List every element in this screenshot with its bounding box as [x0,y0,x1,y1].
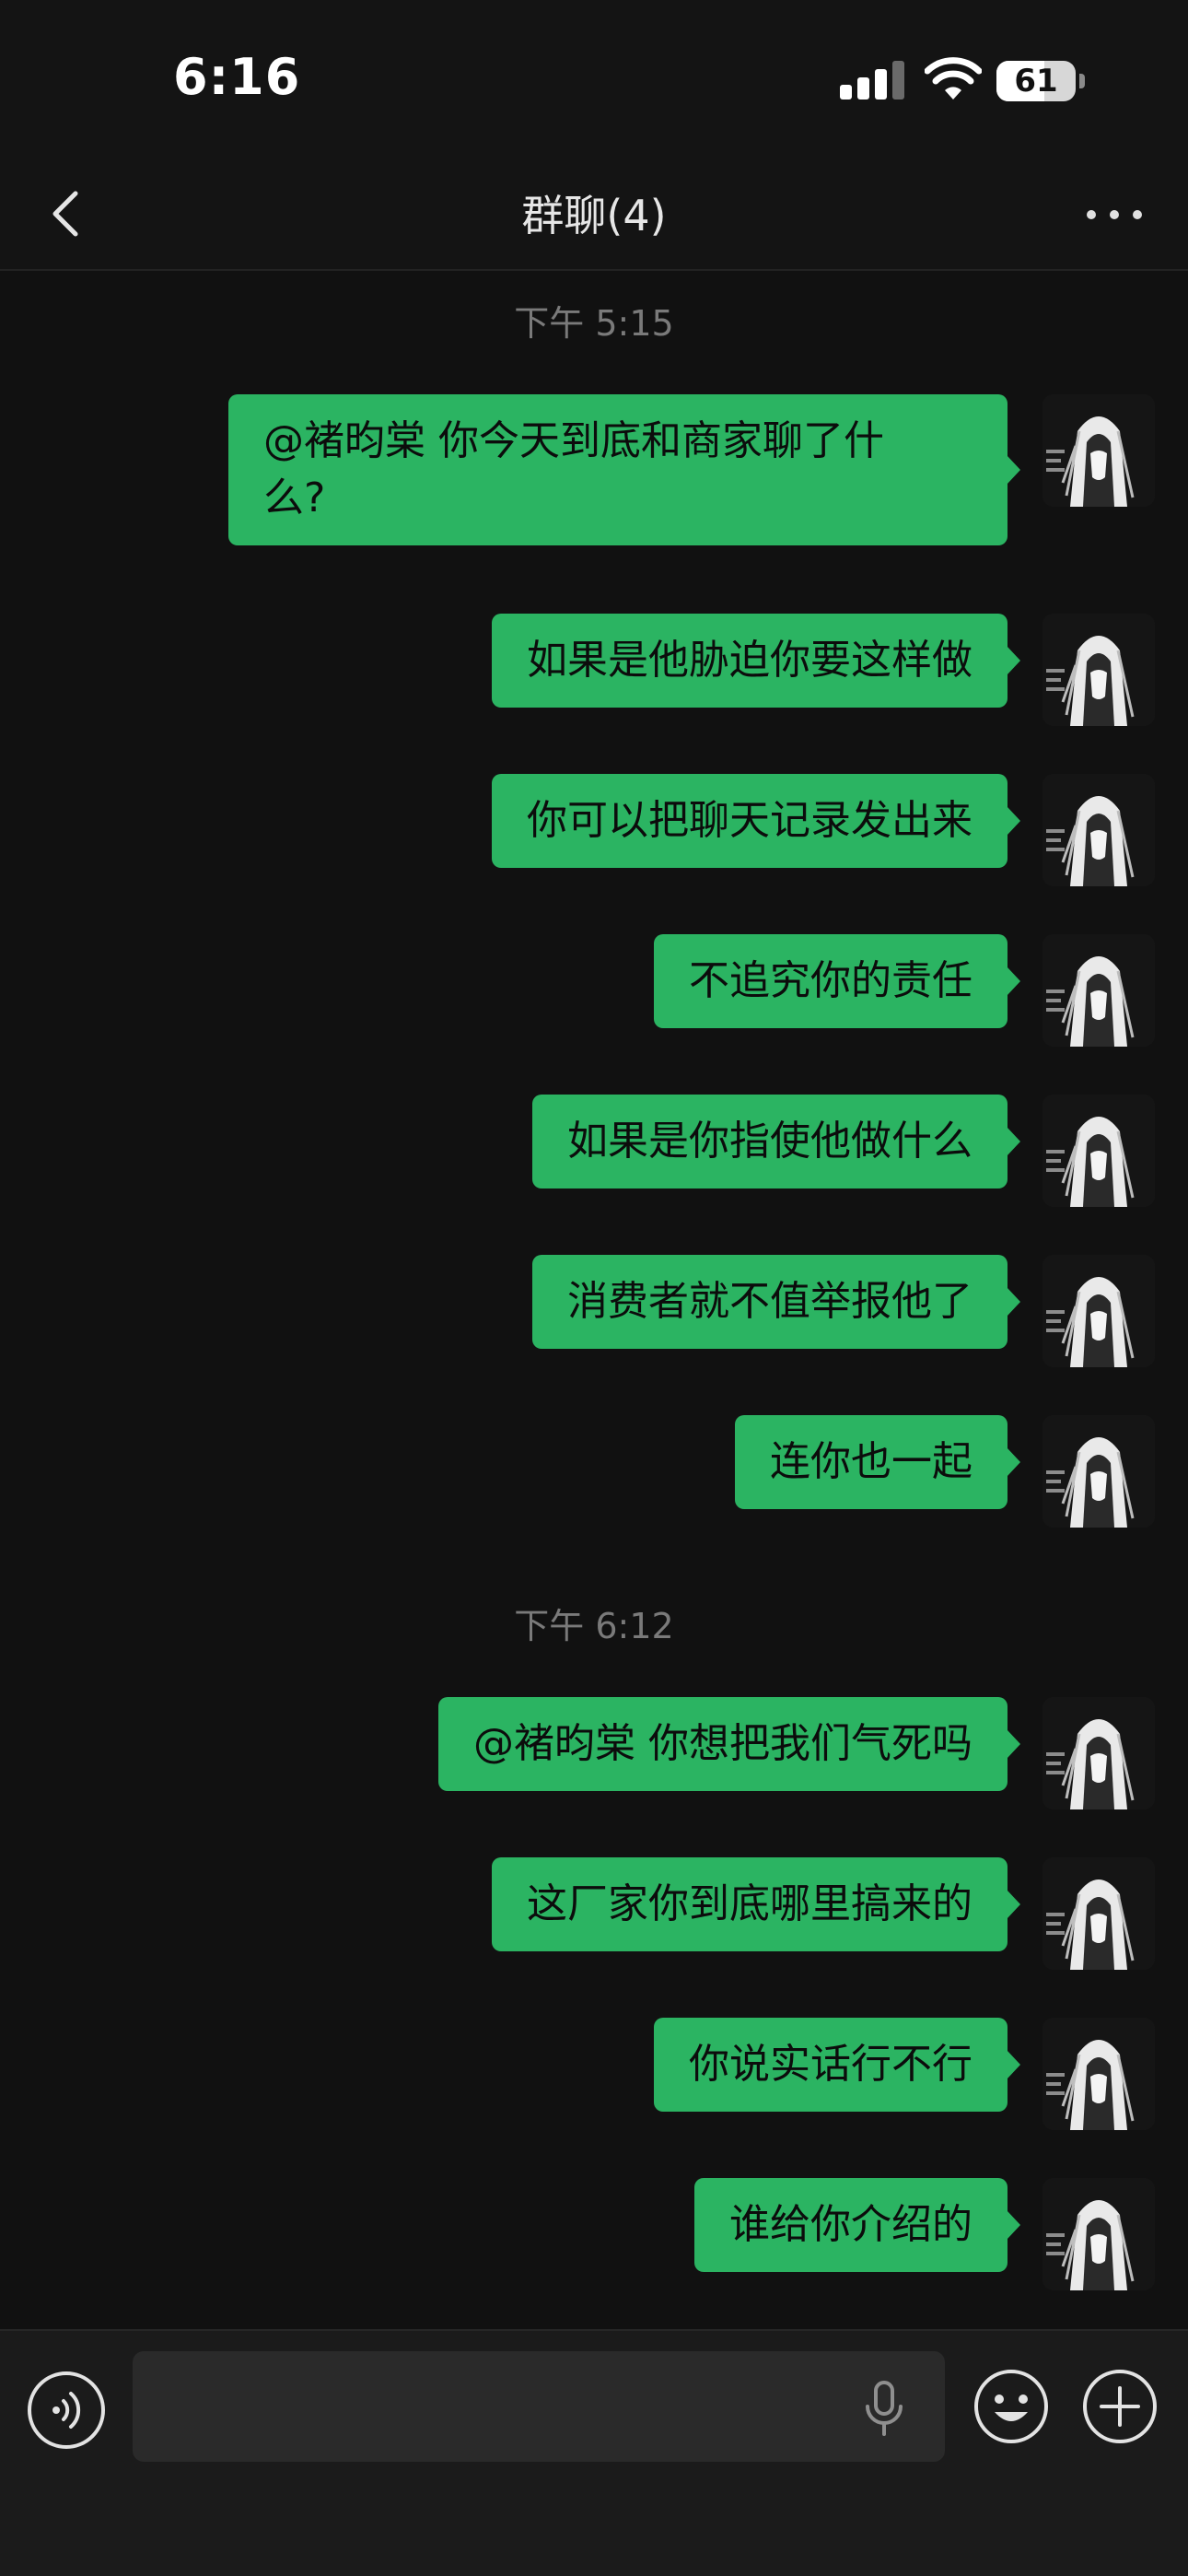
voice-input-icon[interactable] [28,2371,105,2449]
message-bubble[interactable]: 连你也一起 [735,1415,1020,1509]
timestamp: 下午 5:15 [514,303,674,344]
status-bar: 6:16 61 [0,0,1188,157]
avatar[interactable] [1042,1857,1155,1970]
avatar[interactable] [1042,614,1155,726]
message-bubble[interactable]: 不追究你的责任 [654,934,1020,1028]
message-row: 你可以把聊天记录发出来 [0,774,1188,886]
message-input[interactable] [133,2351,945,2462]
message-row: 如果是你指使他做什么 [0,1095,1188,1207]
message-bubble[interactable]: 如果是你指使他做什么 [532,1095,1020,1188]
battery-percent: 61 [1014,63,1058,100]
wifi-icon [925,57,982,100]
message-row: 这厂家你到底哪里搞来的 [0,1857,1188,1970]
avatar[interactable] [1042,1697,1155,1809]
message-bubble[interactable]: @褚昀棠 你今天到底和商家聊了什 么? [228,394,1020,545]
message-row: 连你也一起 [0,1415,1188,1528]
status-time: 6:16 [173,48,301,106]
message-row: @褚昀棠 你想把我们气死吗 [0,1697,1188,1809]
message-row: 你说实话行不行 [0,2018,1188,2130]
message-bubble[interactable]: @褚昀棠 你想把我们气死吗 [438,1697,1020,1791]
avatar[interactable] [1042,1255,1155,1367]
message-bubble[interactable]: 你说实话行不行 [654,2018,1020,2112]
microphone-icon[interactable] [856,2379,912,2438]
more-dots-icon[interactable] [1077,177,1151,251]
message-row: 如果是他胁迫你要这样做 [0,614,1188,726]
emoji-icon[interactable] [973,2368,1050,2445]
message-row: 谁给你介绍的 [0,2178,1188,2290]
avatar[interactable] [1042,2178,1155,2290]
message-bubble[interactable]: 你可以把聊天记录发出来 [492,774,1020,868]
avatar[interactable] [1042,774,1155,886]
message-bubble[interactable]: 消费者就不值举报他了 [532,1255,1020,1349]
plus-icon[interactable] [1081,2368,1159,2445]
message-bubble[interactable]: 这厂家你到底哪里搞来的 [492,1857,1020,1951]
message-bubble[interactable]: 谁给你介绍的 [694,2178,1020,2272]
battery-tip [1079,74,1085,88]
avatar[interactable] [1042,2018,1155,2130]
message-row: 消费者就不值举报他了 [0,1255,1188,1367]
avatar[interactable] [1042,1095,1155,1207]
nav-bar: 群聊(4) [0,157,1188,271]
message-row: 不追究你的责任 [0,934,1188,1047]
message-row: @褚昀棠 你今天到底和商家聊了什 么? [0,394,1188,566]
message-bubble[interactable]: 如果是他胁迫你要这样做 [492,614,1020,708]
avatar[interactable] [1042,1415,1155,1528]
battery-icon: 61 [996,61,1076,101]
avatar[interactable] [1042,934,1155,1047]
timestamp: 下午 6:12 [514,1606,674,1646]
avatar[interactable] [1042,394,1155,507]
chat-title: 群聊(4) [521,191,667,240]
cellular-signal-icon [840,61,904,100]
chat-message-list[interactable]: 下午 5:15 @褚昀棠 你今天到底和商家聊了什 么? 如果是他胁迫你要这样做 … [0,273,1188,2329]
input-bar [0,2329,1188,2576]
